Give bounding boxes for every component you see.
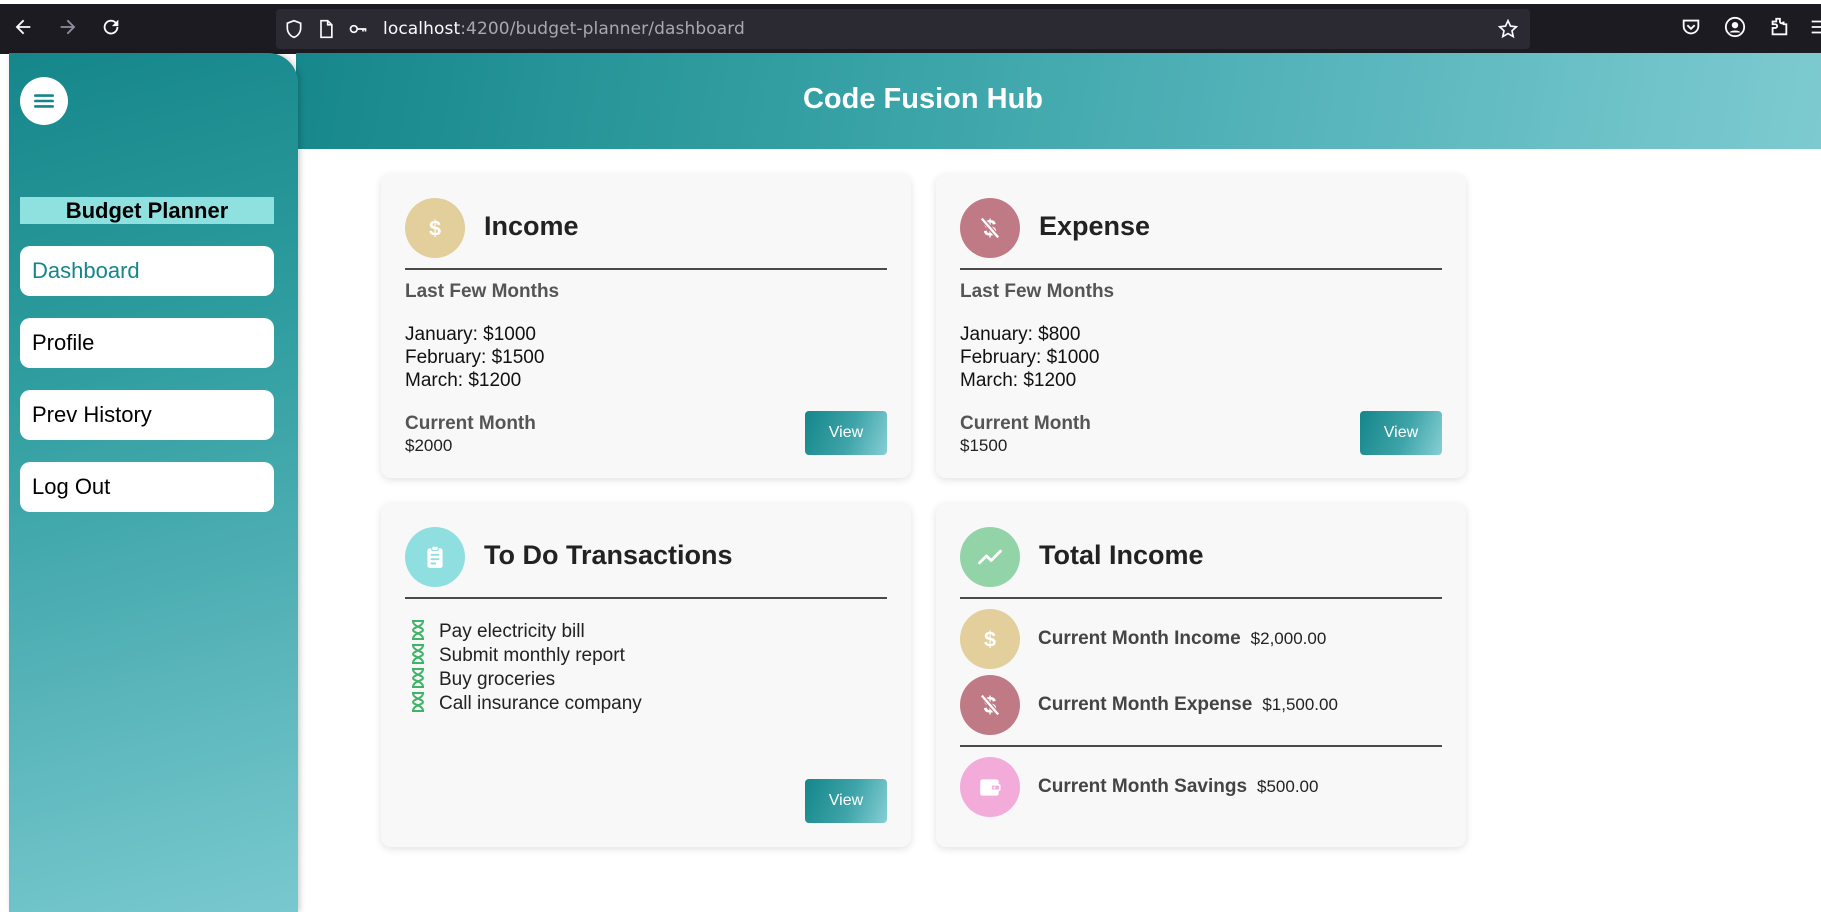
total-income-card: Total Income $ Current Month Income $2,00… (936, 503, 1466, 847)
income-view-button[interactable]: View (805, 411, 887, 455)
total-income-title: Total Income (1039, 540, 1204, 570)
expense-month-2: February: $1000 (960, 347, 1100, 368)
income-month-1: January: $1000 (405, 324, 536, 345)
current-month-income-value: $2,000.00 (1250, 629, 1327, 648)
expense-icon-circle: $ (960, 675, 1020, 735)
dollar-icon: $ (984, 627, 996, 652)
income-card: $ Income Last Few Months January: $1000 … (381, 174, 911, 478)
todo-view-button[interactable]: View (805, 779, 887, 823)
expense-month-1: January: $800 (960, 324, 1081, 345)
hourglass-icon (411, 692, 425, 712)
svg-text:$: $ (984, 627, 996, 652)
browser-toolbar: localhost:4200/budget-planner/dashboard (0, 0, 1821, 58)
expense-icon-circle: $ (960, 198, 1020, 258)
sidebar-item-log-out[interactable]: Log Out (20, 462, 274, 512)
app-title: Code Fusion Hub (802, 83, 1044, 115)
bookmark-star-icon[interactable] (1498, 19, 1518, 39)
page-icon[interactable] (316, 19, 336, 39)
clipboard-icon (427, 545, 443, 568)
expense-month-3: March: $1200 (960, 370, 1077, 391)
hamburger-menu-icon (34, 94, 54, 108)
income-title: Income (484, 211, 579, 241)
divider (405, 597, 887, 599)
income-subhead: Last Few Months (405, 281, 560, 302)
todo-icon-circle (405, 527, 465, 587)
sidebar-item-prev-history[interactable]: Prev History (20, 390, 274, 440)
todo-item: Buy groceries (411, 668, 555, 691)
wallet-icon (980, 779, 1001, 796)
trending-up-icon (978, 549, 1002, 565)
shield-icon[interactable] (284, 19, 304, 39)
current-month-savings-label: Current Month Savings $500.00 (1038, 776, 1319, 797)
divider (405, 268, 887, 270)
todo-title: To Do Transactions (484, 540, 733, 570)
sidebar-title: Budget Planner (20, 197, 274, 224)
extensions-icon[interactable] (1766, 16, 1792, 42)
expense-current-value: $1500 (960, 436, 1008, 455)
sidebar-item-dashboard[interactable]: Dashboard (20, 246, 274, 296)
divider (960, 597, 1442, 599)
back-arrow-icon[interactable] (10, 16, 36, 42)
url-text[interactable]: localhost:4200/budget-planner/dashboard (383, 19, 745, 39)
current-month-expense-value: $1,500.00 (1262, 695, 1338, 714)
svg-text:$: $ (429, 216, 441, 241)
app-menu-icon[interactable] (1806, 16, 1821, 42)
reload-icon[interactable] (98, 16, 124, 42)
todo-item: Pay electricity bill (411, 620, 585, 643)
dollar-icon: $ (429, 216, 441, 241)
todo-item: Call insurance company (411, 692, 642, 715)
account-icon[interactable] (1722, 16, 1748, 42)
expense-card: $ Expense Last Few Months January: $800 … (936, 174, 1466, 478)
hourglass-icon (411, 644, 425, 664)
pocket-icon[interactable] (1678, 16, 1704, 42)
menu-button[interactable] (20, 77, 68, 125)
expense-subhead: Last Few Months (960, 281, 1115, 302)
savings-icon-circle (960, 757, 1020, 817)
url-bar[interactable]: localhost:4200/budget-planner/dashboard (276, 9, 1530, 49)
key-icon[interactable] (348, 19, 368, 39)
total-income-icon-circle (960, 527, 1020, 587)
current-month-income-label: Current Month Income $2,000.00 (1038, 628, 1327, 649)
todo-item: Submit monthly report (411, 644, 625, 667)
todo-card: To Do Transactions Pay electricity bill … (381, 503, 911, 847)
income-icon-circle: $ (960, 609, 1020, 669)
income-month-2: February: $1500 (405, 347, 545, 368)
current-month-expense-label: Current Month Expense $1,500.00 (1038, 694, 1338, 715)
divider (960, 268, 1442, 270)
expense-title: Expense (1039, 211, 1151, 241)
divider (960, 745, 1442, 747)
money-off-icon: $ (980, 692, 1000, 718)
income-current-value: $2000 (405, 436, 453, 455)
forward-arrow-icon[interactable] (55, 16, 81, 42)
income-current-label: Current Month (405, 413, 536, 434)
hourglass-icon (411, 620, 425, 640)
app-header: Code Fusion Hub (296, 53, 1821, 149)
hourglass-icon (411, 668, 425, 688)
expense-view-button[interactable]: View (1360, 411, 1442, 455)
current-month-savings-value: $500.00 (1257, 777, 1319, 796)
income-month-3: March: $1200 (405, 370, 522, 391)
money-off-icon: $ (980, 215, 1000, 241)
income-icon-circle: $ (405, 198, 465, 258)
sidebar: Budget Planner Dashboard Profile Prev Hi… (9, 53, 298, 912)
expense-current-label: Current Month (960, 413, 1091, 434)
sidebar-item-profile[interactable]: Profile (20, 318, 274, 368)
